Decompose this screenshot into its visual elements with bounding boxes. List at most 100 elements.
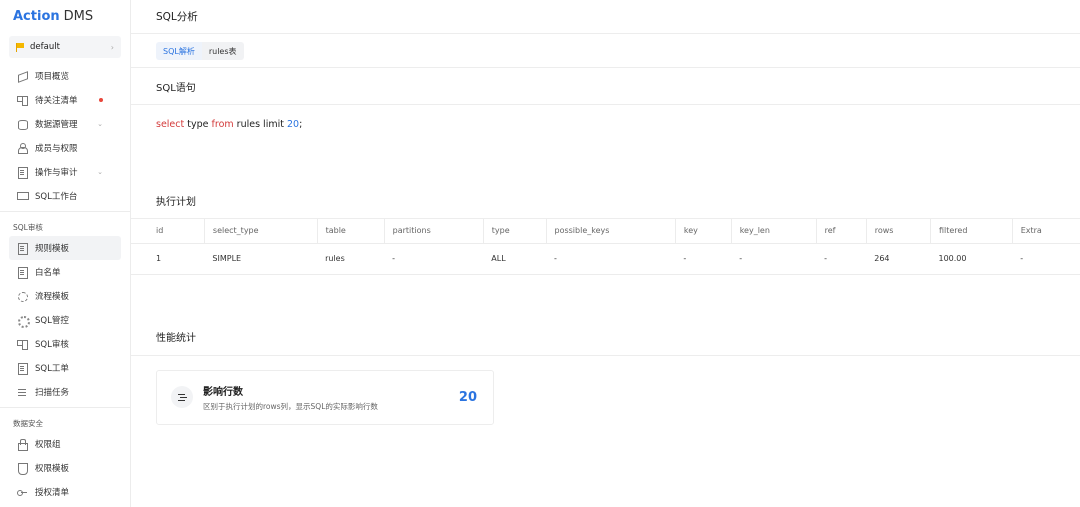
table-cell: - [546, 243, 676, 275]
sidebar-item-whitelist[interactable]: 白名单 [0, 260, 121, 284]
table-cell: - [1012, 243, 1080, 275]
sql-semicolon: ; [299, 119, 303, 130]
column-header: partitions [383, 219, 484, 244]
sidebar-item-label: 待关注清单 [35, 96, 78, 106]
database-icon [17, 119, 28, 130]
audit-doc-icon [17, 167, 28, 179]
workspace-selector[interactable]: default › [9, 36, 121, 58]
sidebar-item-label: 授权清单 [35, 488, 70, 498]
chevron-down-icon: ⌄ [97, 168, 103, 176]
column-header: id [131, 219, 205, 244]
ticket-icon [17, 363, 28, 375]
grid-icon [17, 95, 28, 106]
flag-icon [16, 42, 24, 52]
table-cell: - [731, 243, 817, 275]
sidebar-item-members[interactable]: 成员与权限 [0, 136, 121, 160]
sidebar-item-label: 权限模板 [35, 464, 70, 474]
column-header: table [316, 219, 385, 244]
sidebar-item-sql-control[interactable]: SQL管控 [0, 308, 121, 332]
column-header: rows [865, 219, 931, 244]
column-header: select_type [203, 219, 318, 244]
sidebar-item-permission-group[interactable]: 权限组 [0, 432, 121, 456]
logo[interactable]: Action DMS [0, 0, 130, 32]
logo-brand: Action [13, 8, 60, 24]
sidebar-item-grant-list[interactable]: 授权清单 [0, 480, 121, 504]
lines-icon [171, 386, 193, 408]
sidebar-item-label: 项目概览 [35, 72, 70, 82]
sidebar: Action DMS default › 项目概览 待关注清单 数据源管理 ⌄ [0, 0, 131, 507]
sidebar-item-permission-template[interactable]: 权限模板 [0, 456, 121, 480]
column-header: key_len [730, 219, 817, 244]
tab-rules-table[interactable]: rules表 [201, 42, 244, 60]
main-content: SQL分析 SQL解析 rules表 SQL语句 select type fro… [131, 0, 1080, 507]
sidebar-item-sql-audit[interactable]: SQL审核 [0, 332, 121, 356]
logo-product: DMS [63, 8, 94, 24]
list-icon [17, 387, 27, 397]
sql-keyword-select: select [156, 119, 185, 130]
plan-section-title: 执行计划 [131, 182, 1080, 219]
chevron-down-icon: ⌄ [97, 120, 103, 128]
table-row: 1 SIMPLE rules - ALL - - - - 264 100.00 … [131, 243, 1080, 275]
column-header: key [674, 219, 732, 244]
notification-dot [99, 98, 103, 102]
rule-doc-icon [17, 243, 28, 255]
gear-icon [17, 315, 30, 328]
sql-keyword-from: from [211, 119, 234, 130]
table-cell: SIMPLE [204, 243, 318, 275]
sidebar-item-label: 白名单 [35, 268, 61, 278]
sidebar-item-scan-task[interactable]: 扫描任务 [0, 380, 121, 404]
card-title: 影响行数 [203, 386, 243, 398]
column-header: filtered [929, 219, 1013, 244]
affected-rows-value: 20 [458, 389, 477, 405]
tab-bar: SQL解析 rules表 [131, 34, 1080, 68]
sidebar-item-sql-ticket[interactable]: SQL工单 [0, 356, 121, 380]
sidebar-item-label: SQL工单 [35, 364, 69, 374]
sidebar-item-label: SQL管控 [35, 316, 69, 326]
table-cell: - [816, 243, 867, 275]
shield-icon [17, 463, 28, 475]
table-cell: - [384, 243, 484, 275]
sidebar-item-label: 成员与权限 [35, 144, 78, 154]
audit-grid-icon [17, 339, 28, 350]
sidebar-item-label: SQL审核 [35, 340, 69, 350]
sidebar-item-watchlist[interactable]: 待关注清单 [0, 88, 121, 112]
chevron-right-icon: › [110, 42, 114, 52]
divider [0, 407, 130, 408]
sidebar-item-label: 扫描任务 [35, 388, 70, 398]
sql-statement: select type from rules limit 20; [131, 105, 1080, 150]
table-cell: rules [317, 243, 385, 275]
sidebar-item-label: SQL工作台 [35, 192, 78, 202]
sql-identifier: type [187, 119, 209, 130]
sidebar-item-rule-template[interactable]: 规则模板 [9, 236, 121, 260]
section-title-data-security: 数据安全 [13, 419, 43, 428]
sidebar-item-overview[interactable]: 项目概览 [0, 64, 121, 88]
app-root: Action DMS default › 项目概览 待关注清单 数据源管理 ⌄ [0, 0, 1080, 507]
sidebar-item-audit[interactable]: 操作与审计 ⌄ [0, 160, 121, 184]
execution-plan-table: id select_type table partitions type pos… [131, 219, 1080, 275]
sidebar-item-label: 规则模板 [35, 244, 70, 254]
sidebar-item-datasource[interactable]: 数据源管理 ⌄ [0, 112, 121, 136]
affected-rows-card: 影响行数 区别于执行计划的rows列，显示SQL的实际影响行数 20 [156, 369, 494, 425]
sidebar-item-label: 流程模板 [35, 292, 70, 302]
table-cell: 100.00 [930, 243, 1013, 275]
table-header-row: id select_type table partitions type pos… [131, 219, 1080, 244]
monitor-icon [17, 191, 29, 201]
column-header: type [482, 219, 546, 244]
people-icon [17, 143, 28, 154]
sidebar-item-flow-template[interactable]: 流程模板 [0, 284, 121, 308]
sql-number: 20 [286, 119, 300, 130]
lock-icon [17, 439, 28, 451]
divider [0, 211, 130, 212]
table-cell: ALL [483, 243, 546, 275]
tab-sql-parse[interactable]: SQL解析 [156, 42, 202, 60]
whitelist-icon [17, 267, 28, 279]
page-title: SQL分析 [131, 0, 1080, 34]
layers-icon [17, 71, 27, 81]
column-header: ref [815, 219, 867, 244]
table-cell: 1 [131, 243, 205, 275]
flow-cycle-icon [17, 291, 28, 302]
table-cell: 264 [866, 243, 931, 275]
sidebar-item-sql-workbench[interactable]: SQL工作台 [0, 184, 121, 208]
column-header: possible_keys [545, 219, 676, 244]
sql-table-limit: rules limit [236, 119, 284, 130]
